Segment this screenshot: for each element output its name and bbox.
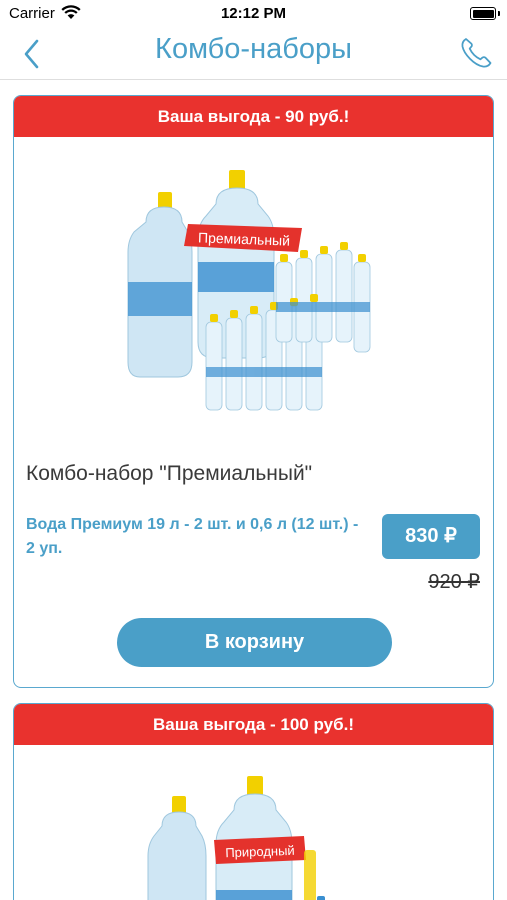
- navigation-bar: Комбо-наборы: [0, 28, 507, 80]
- status-bar: Carrier 12:12 PM: [0, 0, 507, 30]
- battery-tip: [498, 11, 500, 16]
- battery-icon: [470, 7, 496, 20]
- product-card[interactable]: Ваша выгода - 100 руб.! Природный: [13, 703, 494, 900]
- image-ribbon-text: Премиальный: [198, 229, 290, 248]
- savings-banner: Ваша выгода - 90 руб.!: [14, 96, 493, 137]
- page-title: Комбо-наборы: [155, 33, 352, 65]
- product-card[interactable]: Ваша выгода - 90 руб.! Премиальный Комбо…: [13, 95, 494, 688]
- clock: 12:12 PM: [220, 5, 287, 22]
- product-image[interactable]: Премиальный: [126, 162, 376, 422]
- add-to-cart-button[interactable]: В корзину: [117, 618, 392, 667]
- image-ribbon-text: Природный: [225, 843, 295, 860]
- product-description: Вода Премиум 19 л - 2 шт. и 0,6 л (12 шт…: [26, 516, 359, 557]
- price-badge: 830 ₽: [382, 514, 480, 559]
- savings-banner: Ваша выгода - 100 руб.!: [14, 704, 493, 745]
- product-name: Комбо-набор "Премиальный": [26, 462, 313, 485]
- product-image[interactable]: Природный: [144, 770, 344, 900]
- old-price: 920 ₽: [428, 571, 480, 593]
- phone-icon[interactable]: [457, 34, 495, 72]
